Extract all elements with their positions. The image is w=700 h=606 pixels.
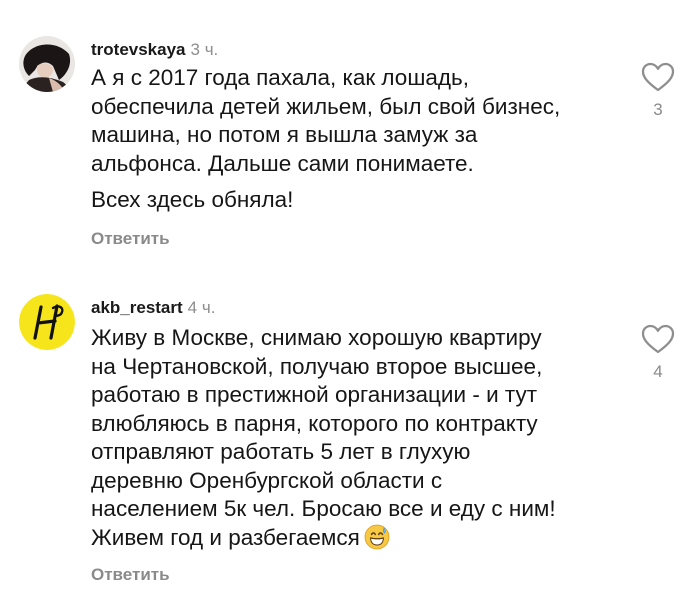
comment-header: akb_restart 4 ч. <box>91 298 215 318</box>
comment-line: альфонса. Дальше сами понимаете. <box>91 150 474 176</box>
comment-line-last: Живем год и разбегаемся <box>91 524 556 553</box>
comment-line: работаю в престижной организации - и тут <box>91 382 538 407</box>
timestamp: 3 ч. <box>190 40 219 59</box>
grinning-sweat-emoji-icon <box>364 524 390 549</box>
comment-line: отправляют работать 5 лет в глухую <box>91 439 471 464</box>
comment-line: Всех здесь обняла! <box>91 187 294 212</box>
username[interactable]: akb_restart <box>91 298 183 317</box>
reply-button[interactable]: Ответить <box>91 565 170 585</box>
comment-line: Живем год и разбегаемся <box>91 524 360 550</box>
like-count[interactable]: 3 <box>640 100 676 120</box>
comment-line: деревню Оренбургской области с <box>91 467 443 493</box>
comment-header: trotevskaya 3 ч. <box>91 40 218 60</box>
timestamp: 4 ч. <box>187 298 216 317</box>
comment-line: машина, но потом я вышла замуж за <box>91 122 478 147</box>
like-count[interactable]: 4 <box>640 362 676 382</box>
username[interactable]: trotevskaya <box>91 40 186 59</box>
avatar-akb-restart[interactable] <box>19 294 75 350</box>
like-area: 3 <box>640 62 676 120</box>
avatar-photo <box>19 36 75 92</box>
like-area: 4 <box>640 324 676 382</box>
comment-line: населением 5к чел. Бросаю все и еду с ни… <box>91 496 556 521</box>
comment-line: на Чертановской, получаю второе высшее, <box>91 353 543 379</box>
heart-outline-icon[interactable] <box>641 324 675 354</box>
comment-line: А я с 2017 года пахала, как лошадь, <box>91 65 469 90</box>
heart-outline-icon[interactable] <box>641 62 675 92</box>
comment-line: влюбляюсь в парня, которого по контракту <box>91 410 538 436</box>
reply-button[interactable]: Ответить <box>91 229 170 249</box>
comment-text: А я с 2017 года пахала, как лошадь, обес… <box>91 64 560 215</box>
avatar-logo <box>19 294 75 350</box>
comment-line: обеспечила детей жильем, был свой бизнес… <box>91 93 561 119</box>
comment-line: Живу в Москве, снимаю хорошую квартиру <box>91 325 542 350</box>
avatar-trotevskaya[interactable] <box>19 36 75 92</box>
comment-text: Живу в Москве, снимаю хорошую квартиру н… <box>91 324 556 552</box>
